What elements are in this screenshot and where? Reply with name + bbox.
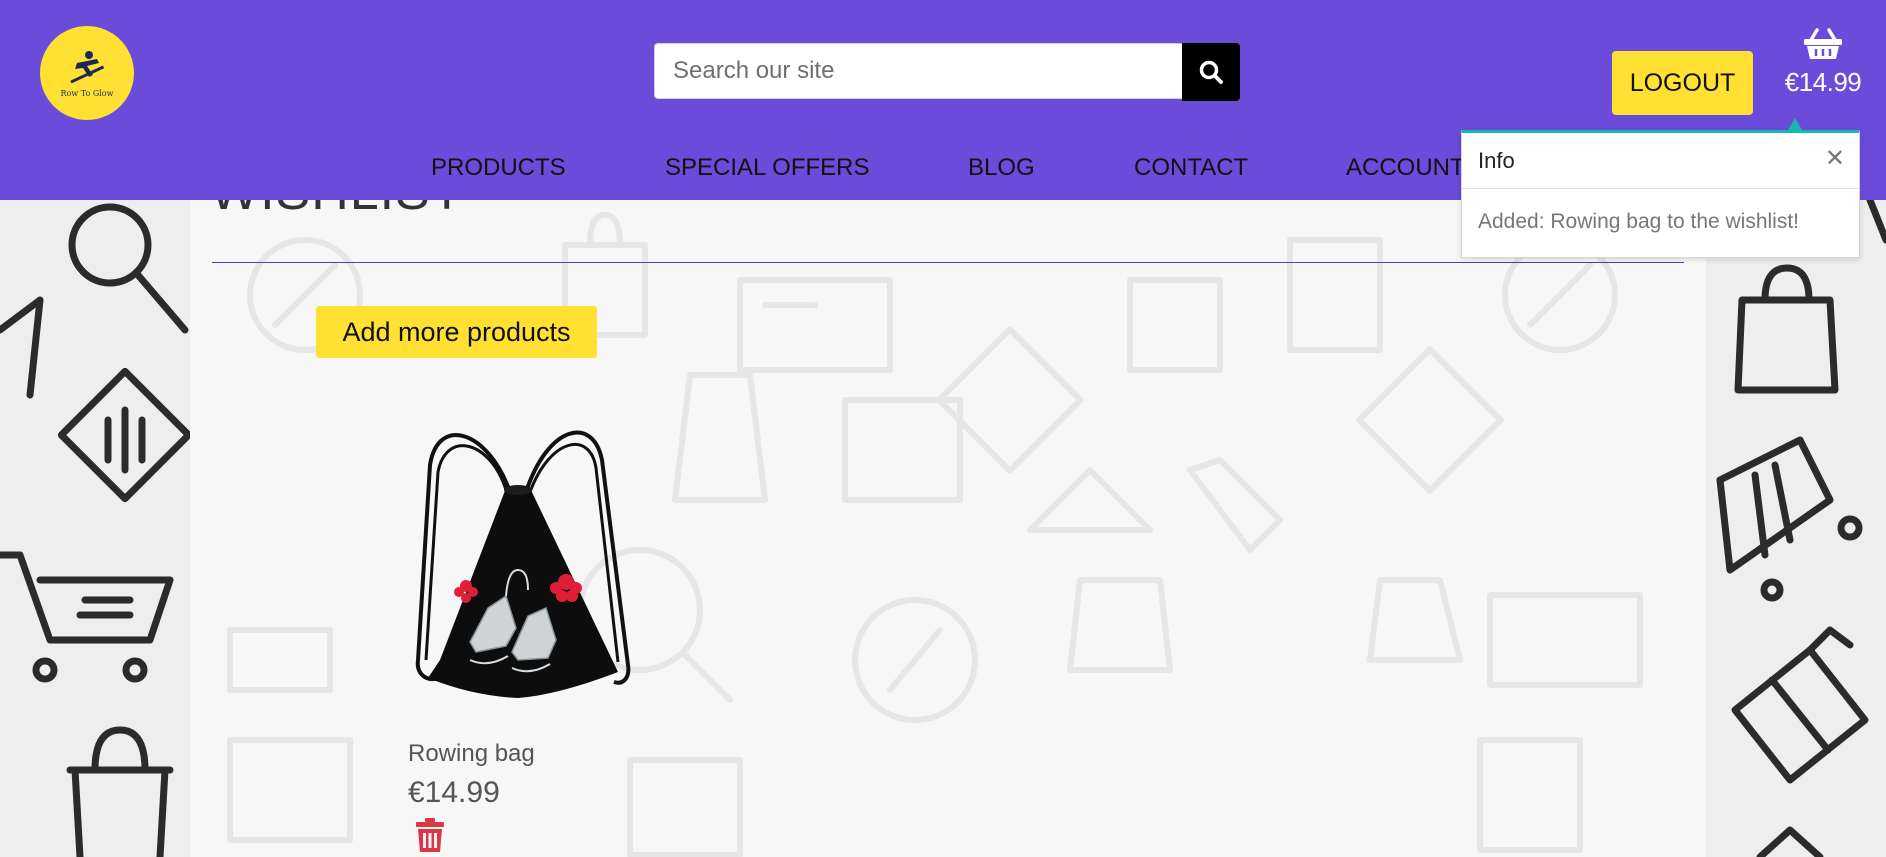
remove-from-wishlist-button[interactable] [416,818,444,852]
nav-item-contact[interactable]: CONTACT [1134,154,1248,182]
nav-item-products[interactable]: PRODUCTS [431,154,566,182]
toast-header: Info ✕ [1462,133,1859,189]
info-toast: Info ✕ Added: Rowing bag to the wishlist… [1461,130,1860,258]
search-bar [654,43,1240,101]
basket-link[interactable]: €14.99 [1780,28,1866,98]
nav-item-blog[interactable]: BLOG [968,154,1035,182]
search-input[interactable] [654,43,1182,99]
toast-body: Added: Rowing bag to the wishlist! [1462,189,1859,255]
toast-title: Info [1478,147,1515,173]
product-price: €14.99 [408,776,500,809]
search-button[interactable] [1182,43,1240,101]
basket-total: €14.99 [1784,67,1862,97]
close-icon[interactable]: ✕ [1825,147,1845,171]
title-divider [212,262,1684,263]
popover-arrow [1788,118,1802,130]
product-name[interactable]: Rowing bag [408,740,535,768]
main-content: WISHLIST Add more products [190,200,1706,857]
logout-button[interactable]: LOGOUT [1612,51,1753,115]
trash-icon [416,818,444,852]
search-icon [1199,60,1223,84]
rowing-bag-image [415,430,631,698]
logo-text: Row To Glow [60,88,114,98]
basket-icon [1804,28,1842,59]
rower-icon [70,50,105,83]
page-title: WISHLIST [210,200,464,222]
add-more-products-button[interactable]: Add more products [316,306,597,358]
site-logo[interactable]: Row To Glow [40,26,134,120]
toast-message: Added: Rowing bag to the wishlist! [1478,210,1800,233]
nav-item-account[interactable]: ACCOUNT [1346,154,1465,182]
product-image[interactable] [378,420,668,710]
nav-item-special-offers[interactable]: SPECIAL OFFERS [665,154,870,182]
wishlist-item: Rowing bag €14.99 [378,420,668,857]
